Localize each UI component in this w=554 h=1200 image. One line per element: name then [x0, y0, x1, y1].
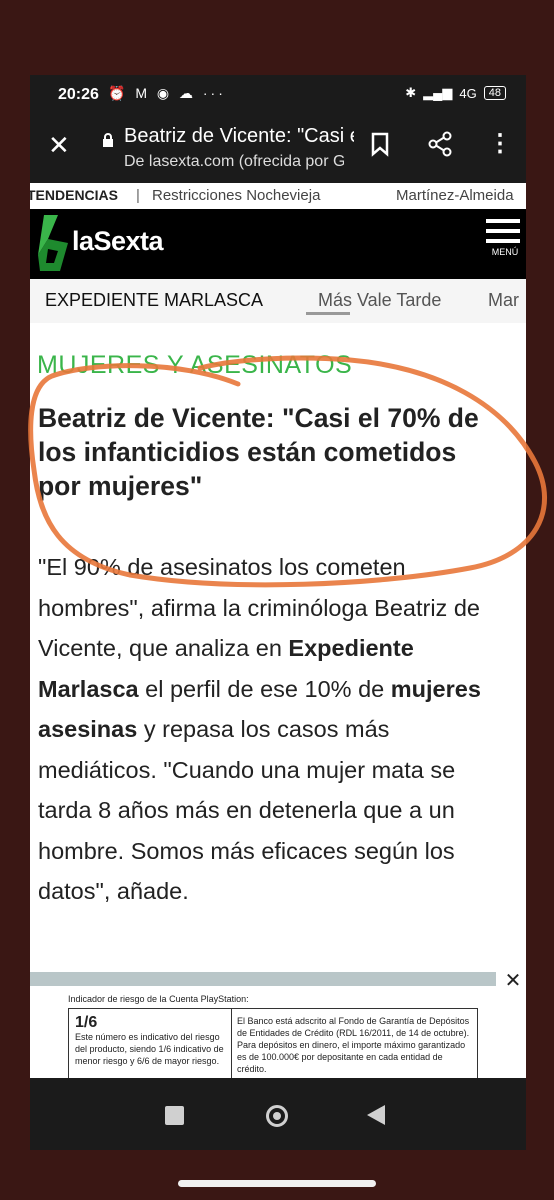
- page-domain[interactable]: De lasexta.com (ofrecida por Google): [124, 153, 344, 171]
- battery-icon: 48: [483, 86, 506, 100]
- ad-risk-panel: 1/6 Este número es indicativo del riesgo…: [75, 1015, 225, 1067]
- lead-text: y repasa los casos más mediáticos. "Cuan…: [38, 716, 456, 904]
- system-nav-bar: [30, 1078, 526, 1150]
- ad-risk-value: 1/6: [75, 1014, 98, 1031]
- hamburger-icon: [484, 219, 526, 243]
- section-nav: EXPEDIENTE MARLASCA Más Vale Tarde Mar: [30, 279, 526, 324]
- section-tab[interactable]: Mar: [488, 290, 519, 311]
- trend-link[interactable]: Martínez-Almeida: [396, 187, 514, 204]
- back-icon[interactable]: [367, 1105, 385, 1125]
- close-ad-icon[interactable]: ✕: [500, 968, 526, 994]
- signal-icon: ▂▄▆: [423, 85, 453, 100]
- bookmark-icon[interactable]: [370, 131, 390, 157]
- advertisement[interactable]: ✕ Indicador de riesgo de la Cuenta PlayS…: [30, 968, 526, 1078]
- notification-icons: ⏰ M ◉ ☁ ···: [108, 85, 226, 101]
- ad-image-strip: [30, 972, 496, 986]
- network-type: 4G: [459, 85, 477, 101]
- ad-info-box: 1/6 Este número es indicativo del riesgo…: [68, 1008, 478, 1078]
- trends-label: TENDENCIAS: [30, 187, 119, 203]
- system-icons: ✱ ▂▄▆ 4G 48: [405, 85, 506, 101]
- trend-link[interactable]: Restricciones Nochevieja: [152, 187, 320, 204]
- share-icon[interactable]: [428, 131, 452, 157]
- ad-divider: [231, 1009, 232, 1078]
- more-options-icon[interactable]: ⋮: [488, 129, 512, 158]
- phone-screen: 20:26 ⏰ M ◉ ☁ ··· ✱ ▂▄▆ 4G 48 ✕ Beatriz …: [30, 75, 526, 1150]
- custom-tab-toolbar: ✕ Beatriz de Vicente: "Casi el 70% de lo…: [30, 117, 526, 183]
- trends-separator: |: [136, 187, 140, 204]
- article-kicker[interactable]: MUJERES Y ASESINATOS: [37, 351, 352, 380]
- home-indicator[interactable]: [178, 1180, 376, 1187]
- site-header: laSexta MENÚ: [30, 209, 526, 279]
- status-bar: 20:26 ⏰ M ◉ ☁ ··· ✱ ▂▄▆ 4G 48: [30, 75, 526, 117]
- status-time: 20:26: [58, 86, 99, 103]
- article-lead: "El 90% de asesinatos los cometen hombre…: [38, 547, 514, 912]
- page-title[interactable]: Beatriz de Vicente: "Casi el 70% de los …: [124, 125, 354, 148]
- bluetooth-icon: ✱: [405, 85, 417, 100]
- menu-button[interactable]: MENÚ: [484, 219, 526, 275]
- menu-label: MENÚ: [491, 247, 519, 257]
- scroll-indicator: [306, 312, 350, 315]
- lasexta-logo-icon[interactable]: [34, 213, 72, 275]
- article-headline: Beatriz de Vicente: "Casi el 70% de los …: [38, 403, 479, 501]
- close-icon[interactable]: ✕: [48, 130, 70, 161]
- article-body: MUJERES Y ASESINATOS Beatriz de Vicente:…: [30, 323, 526, 983]
- lead-text: el perfil de ese 10% de: [138, 675, 391, 702]
- ad-risk-text: Este número es indicativo del riesgo del…: [75, 1032, 224, 1066]
- recents-icon[interactable]: [165, 1106, 184, 1125]
- section-tab[interactable]: EXPEDIENTE MARLASCA: [45, 290, 263, 311]
- ad-title: Indicador de riesgo de la Cuenta PlaySta…: [68, 994, 249, 1004]
- lock-icon: [103, 133, 113, 147]
- home-icon[interactable]: [266, 1105, 288, 1127]
- site-logo[interactable]: laSexta: [72, 226, 164, 257]
- section-tab[interactable]: Más Vale Tarde: [318, 290, 441, 311]
- trends-bar: TENDENCIAS | Restricciones Nochevieja Ma…: [30, 183, 526, 209]
- ad-guarantee-text: El Banco está adscrito al Fondo de Garan…: [237, 1016, 470, 1074]
